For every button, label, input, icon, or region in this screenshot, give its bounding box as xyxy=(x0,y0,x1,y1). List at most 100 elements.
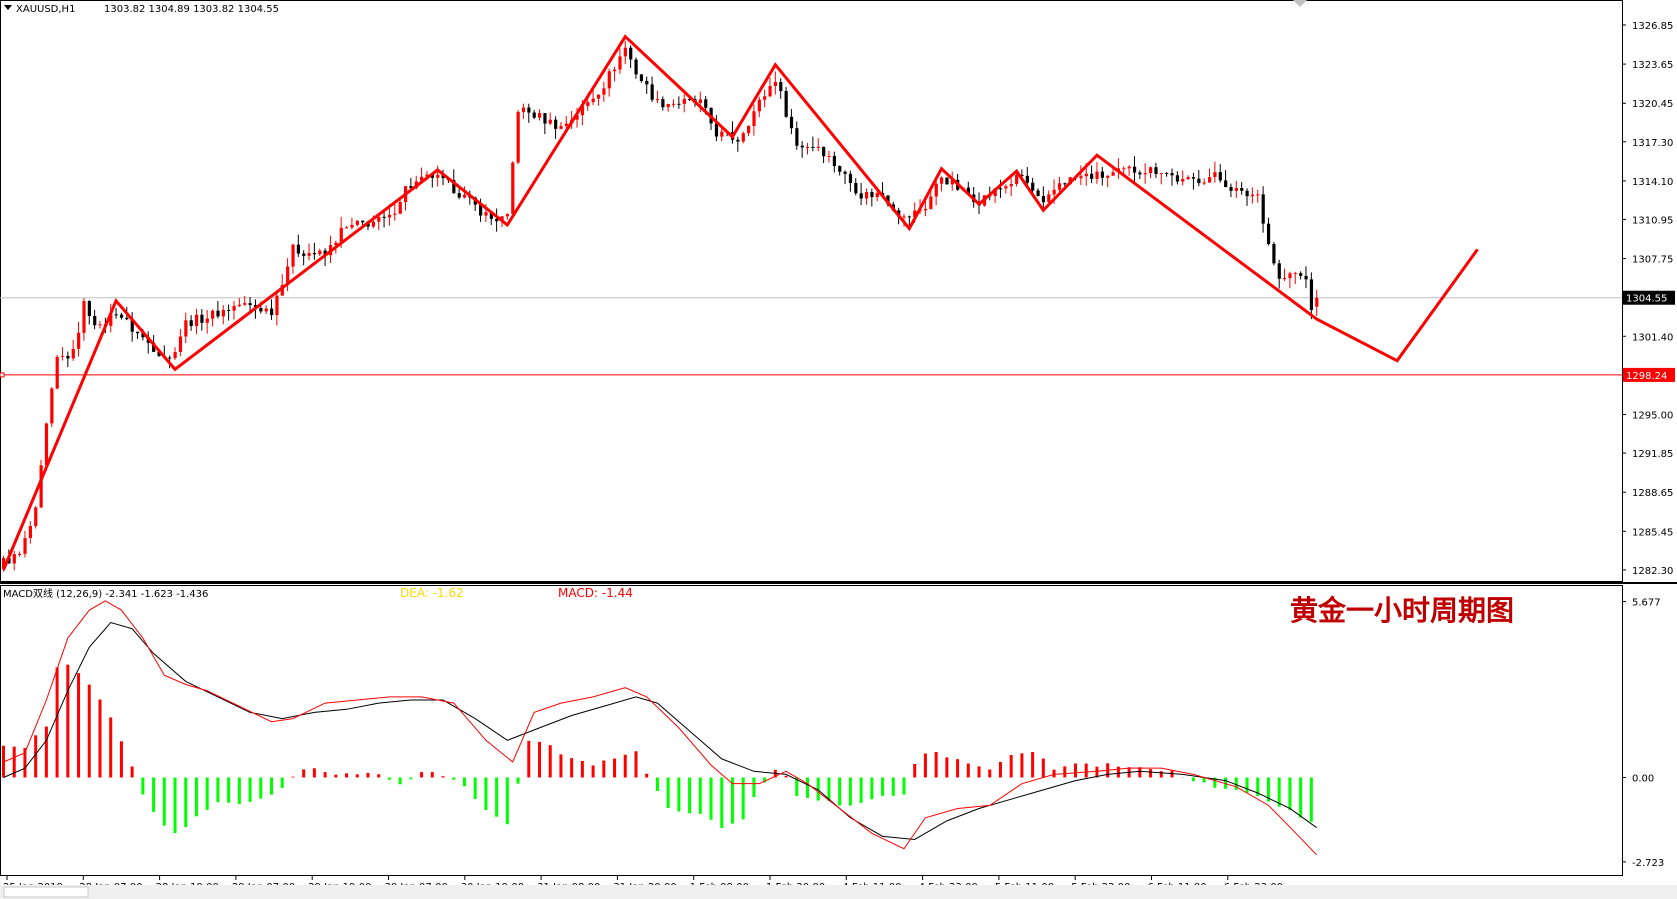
bull-candle xyxy=(1095,171,1099,179)
bear-candle xyxy=(1224,180,1228,188)
bull-candle xyxy=(1234,188,1238,191)
bull-candle xyxy=(586,102,590,107)
symbol-label: XAUUSD,H1 xyxy=(16,4,75,15)
bull-candle xyxy=(602,88,606,95)
support-line-handle[interactable] xyxy=(0,372,5,378)
bull-candle xyxy=(613,69,617,72)
bull-candle xyxy=(827,155,831,157)
bull-candle xyxy=(1213,172,1217,178)
bear-candle xyxy=(200,314,204,323)
bull-candle xyxy=(666,103,670,108)
price-tick-label: 1307.75 xyxy=(1632,255,1673,266)
bull-candle xyxy=(194,314,199,327)
bull-candle xyxy=(34,507,38,527)
bull-candle xyxy=(1149,167,1153,174)
bear-candle xyxy=(66,355,70,359)
bear-candle xyxy=(216,310,220,317)
bull-candle xyxy=(747,125,751,134)
bull-candle xyxy=(875,193,879,198)
bull-candle xyxy=(436,174,440,178)
bull-candle xyxy=(307,253,311,256)
bull-candle xyxy=(752,111,756,126)
bull-candle xyxy=(12,554,16,564)
bull-candle xyxy=(548,119,552,124)
price-tick-label: 1301.40 xyxy=(1632,332,1673,343)
bear-candle xyxy=(554,119,558,129)
bear-candle xyxy=(1175,175,1180,182)
bear-candle xyxy=(93,315,97,326)
bull-candle xyxy=(60,355,65,357)
bull-candle xyxy=(28,526,32,539)
bear-candle xyxy=(661,99,665,108)
bear-candle xyxy=(1041,196,1046,203)
bull-candle xyxy=(505,214,510,217)
bear-candle xyxy=(87,301,91,316)
bull-candle xyxy=(682,98,686,104)
bull-candle xyxy=(387,214,392,218)
macd-tick-label: 0.00 xyxy=(1632,773,1654,784)
price-pane-frame xyxy=(0,0,1623,582)
bull-candle xyxy=(377,216,381,222)
bear-candle xyxy=(736,139,740,142)
bull-candle xyxy=(178,336,183,352)
macd-axis: 5.677 0.00 -2.723 xyxy=(1622,598,1664,869)
bull-candle xyxy=(591,98,595,103)
bear-candle xyxy=(527,107,531,113)
status-strip xyxy=(0,885,1677,899)
bull-candle xyxy=(1208,177,1212,183)
bull-candle xyxy=(184,320,188,337)
bear-candle xyxy=(532,112,536,118)
bear-candle xyxy=(361,220,365,223)
chart-canvas[interactable]: 1326.85 1323.65 1320.45 1317.30 1314.10 1310.… xyxy=(0,0,1677,899)
bear-candle xyxy=(639,74,644,81)
bear-candle xyxy=(1063,183,1067,185)
bear-candle xyxy=(1036,190,1040,197)
bull-candle xyxy=(44,423,49,466)
chart-tab[interactable] xyxy=(3,886,89,898)
bull-candle xyxy=(1159,173,1163,175)
bear-candle xyxy=(854,182,858,194)
price-tick-label: 1317.30 xyxy=(1632,138,1673,149)
bull-candle xyxy=(773,82,778,87)
bull-candle xyxy=(618,56,622,70)
bear-candle xyxy=(1304,275,1308,280)
bull-candle xyxy=(77,332,81,349)
bear-candle xyxy=(543,113,547,124)
bear-candle xyxy=(1165,173,1169,175)
bear-candle xyxy=(870,192,874,198)
bull-candle xyxy=(237,304,242,306)
price-tick-label: 1288.65 xyxy=(1632,488,1673,499)
bear-candle xyxy=(1277,263,1281,279)
bull-candle xyxy=(655,99,660,101)
bull-candle xyxy=(929,196,933,209)
bear-candle xyxy=(382,216,386,218)
bear-candle xyxy=(457,193,461,198)
bear-candle xyxy=(1229,187,1233,191)
ohlc-values: 1303.82 1304.89 1303.82 1304.55 xyxy=(104,4,279,15)
bull-candle xyxy=(71,348,75,359)
bull-candle xyxy=(55,356,59,389)
bull-candle xyxy=(1186,177,1190,179)
bear-candle xyxy=(1272,244,1276,264)
bull-candle xyxy=(1084,173,1088,177)
bull-candle xyxy=(816,146,820,148)
price-tick-label: 1323.65 xyxy=(1632,60,1673,71)
bull-candle xyxy=(623,47,627,57)
macd-tick-label: 5.677 xyxy=(1632,598,1661,609)
bull-candle xyxy=(720,131,724,137)
bull-candle xyxy=(806,146,810,148)
macd-tick-label: -2.723 xyxy=(1632,858,1664,869)
bull-candle xyxy=(50,388,54,424)
bear-candle xyxy=(800,145,804,148)
price-tick-label: 1282.30 xyxy=(1632,566,1673,577)
bear-candle xyxy=(789,116,794,129)
chart-window: 1326.85 1323.65 1320.45 1317.30 1314.10 1310.… xyxy=(0,0,1677,899)
macd-pane-frame xyxy=(0,585,1623,876)
bear-candle xyxy=(1100,171,1104,178)
bull-candle xyxy=(371,221,376,227)
bear-candle xyxy=(634,59,638,75)
bear-candle xyxy=(843,171,847,174)
chart-annotation-title: 黄金一小时周期图 xyxy=(1290,594,1514,627)
bear-candle xyxy=(677,103,681,105)
bull-candle xyxy=(940,177,944,184)
